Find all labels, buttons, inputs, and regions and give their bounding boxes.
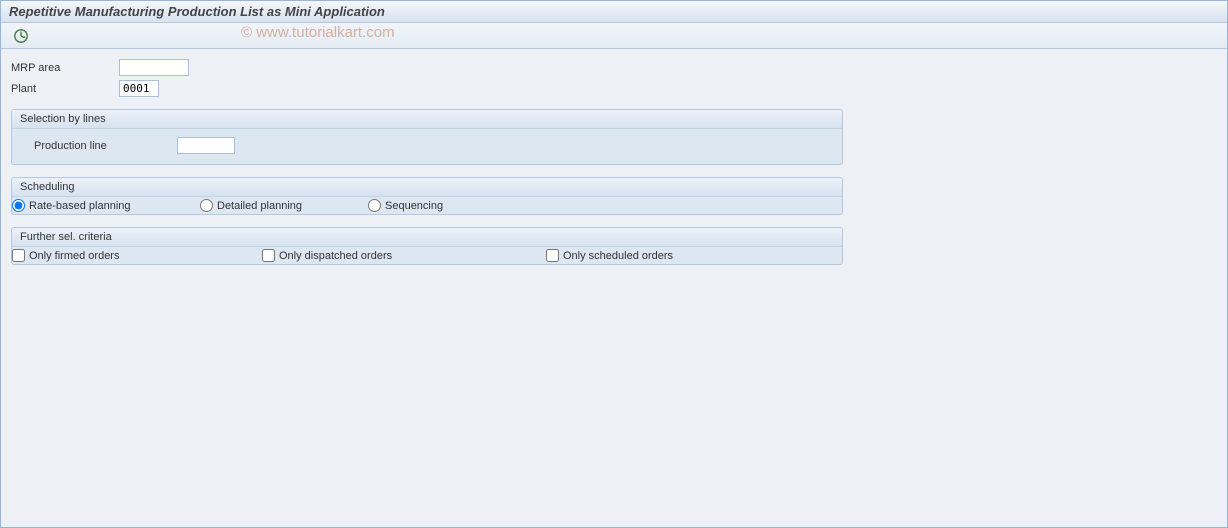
check-dispatched[interactable]: Only dispatched orders <box>262 249 542 262</box>
radio-label-rate-based: Rate-based planning <box>29 200 131 212</box>
plant-input[interactable] <box>119 80 159 97</box>
group-header-selection: Selection by lines <box>12 110 842 129</box>
check-scheduled-input[interactable] <box>546 249 559 262</box>
radio-detailed[interactable]: Detailed planning <box>200 199 360 212</box>
check-firmed-input[interactable] <box>12 249 25 262</box>
check-dispatched-input[interactable] <box>262 249 275 262</box>
mrp-area-label: MRP area <box>11 62 119 74</box>
toolbar: © www.tutorialkart.com <box>1 23 1227 49</box>
check-label-dispatched: Only dispatched orders <box>279 250 392 262</box>
production-line-label: Production line <box>34 140 174 152</box>
title-bar: Repetitive Manufacturing Production List… <box>1 1 1227 23</box>
plant-label: Plant <box>11 83 119 95</box>
check-scheduled[interactable]: Only scheduled orders <box>546 249 673 262</box>
app-window: Repetitive Manufacturing Production List… <box>0 0 1228 528</box>
check-label-scheduled: Only scheduled orders <box>563 250 673 262</box>
group-header-scheduling: Scheduling <box>12 178 842 197</box>
group-scheduling: Scheduling Rate-based planning Detailed … <box>11 177 843 215</box>
radio-rate-based-input[interactable] <box>12 199 25 212</box>
group-header-further: Further sel. criteria <box>12 228 842 247</box>
check-firmed[interactable]: Only firmed orders <box>12 249 258 262</box>
content-area: MRP area Plant Selection by lines Produc… <box>1 49 1227 275</box>
check-label-firmed: Only firmed orders <box>29 250 119 262</box>
field-row-plant: Plant <box>11 80 1217 97</box>
execute-icon[interactable] <box>13 28 29 44</box>
field-row-mrp-area: MRP area <box>11 59 1217 76</box>
group-selection-by-lines: Selection by lines Production line <box>11 109 843 165</box>
radio-rate-based[interactable]: Rate-based planning <box>12 199 192 212</box>
mrp-area-input[interactable] <box>119 59 189 76</box>
watermark: © www.tutorialkart.com <box>241 24 395 41</box>
radio-label-sequencing: Sequencing <box>385 200 443 212</box>
production-line-input[interactable] <box>177 137 235 154</box>
group-further-criteria: Further sel. criteria Only firmed orders… <box>11 227 843 265</box>
radio-sequencing-input[interactable] <box>368 199 381 212</box>
radio-detailed-input[interactable] <box>200 199 213 212</box>
radio-label-detailed: Detailed planning <box>217 200 302 212</box>
page-title: Repetitive Manufacturing Production List… <box>9 4 385 19</box>
radio-sequencing[interactable]: Sequencing <box>368 199 443 212</box>
